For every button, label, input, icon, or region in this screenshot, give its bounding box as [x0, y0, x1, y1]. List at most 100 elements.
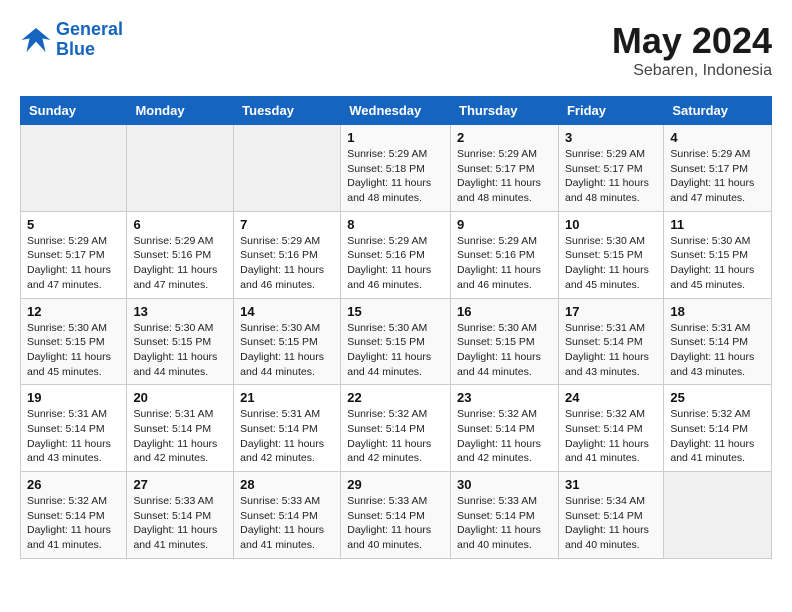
calendar-cell [664, 472, 772, 559]
day-number: 6 [133, 217, 227, 232]
day-info: Sunrise: 5:29 AM Sunset: 5:17 PM Dayligh… [457, 147, 552, 206]
logo-bird-icon [20, 24, 52, 56]
weekday-header-tuesday: Tuesday [234, 97, 341, 125]
calendar-cell: 7 Sunrise: 5:29 AM Sunset: 5:16 PM Daylig… [234, 211, 341, 298]
day-number: 1 [347, 130, 444, 145]
calendar-cell: 26 Sunrise: 5:32 AM Sunset: 5:14 PM Dayli… [21, 472, 127, 559]
calendar-header: SundayMondayTuesdayWednesdayThursdayFrid… [21, 97, 772, 125]
calendar-cell: 30 Sunrise: 5:33 AM Sunset: 5:14 PM Dayli… [451, 472, 559, 559]
calendar-cell: 22 Sunrise: 5:32 AM Sunset: 5:14 PM Dayli… [341, 385, 451, 472]
calendar-week-5: 26 Sunrise: 5:32 AM Sunset: 5:14 PM Dayli… [21, 472, 772, 559]
calendar-cell: 2 Sunrise: 5:29 AM Sunset: 5:17 PM Daylig… [451, 125, 559, 212]
weekday-header-monday: Monday [127, 97, 234, 125]
day-number: 20 [133, 390, 227, 405]
calendar-cell: 16Sunrise: 5:30 AM Sunset: 5:15 PM Dayli… [451, 298, 559, 385]
calendar-cell: 19 Sunrise: 5:31 AM Sunset: 5:14 PM Dayli… [21, 385, 127, 472]
day-info: Sunrise: 5:30 AM Sunset: 5:15 PM Dayligh… [347, 321, 444, 380]
day-number: 3 [565, 130, 657, 145]
day-number: 22 [347, 390, 444, 405]
calendar-cell: 21 Sunrise: 5:31 AM Sunset: 5:14 PM Dayli… [234, 385, 341, 472]
day-info: Sunrise: 5:29 AM Sunset: 5:16 PM Dayligh… [133, 234, 227, 293]
day-info: Sunrise: 5:32 AM Sunset: 5:14 PM Dayligh… [27, 494, 120, 553]
calendar-cell: 14 Sunrise: 5:30 AM Sunset: 5:15 PM Dayli… [234, 298, 341, 385]
day-info: Sunrise: 5:29 AM Sunset: 5:17 PM Dayligh… [565, 147, 657, 206]
day-number: 8 [347, 217, 444, 232]
day-number: 23 [457, 390, 552, 405]
day-number: 26 [27, 477, 120, 492]
logo-text: General Blue [56, 20, 123, 60]
day-info: Sunrise: 5:31 AM Sunset: 5:14 PM Dayligh… [27, 407, 120, 466]
day-info: Sunrise: 5:32 AM Sunset: 5:14 PM Dayligh… [457, 407, 552, 466]
calendar-cell: 6 Sunrise: 5:29 AM Sunset: 5:16 PM Daylig… [127, 211, 234, 298]
calendar-cell: 15 Sunrise: 5:30 AM Sunset: 5:15 PM Dayli… [341, 298, 451, 385]
day-number: 2 [457, 130, 552, 145]
day-info: Sunrise: 5:32 AM Sunset: 5:14 PM Dayligh… [670, 407, 765, 466]
calendar-cell [21, 125, 127, 212]
day-info: Sunrise: 5:30 AM Sunset: 5:15 PM Dayligh… [457, 321, 552, 380]
calendar-cell: 31Sunrise: 5:34 AM Sunset: 5:14 PM Dayli… [558, 472, 663, 559]
day-number: 17 [565, 304, 657, 319]
day-info: Sunrise: 5:33 AM Sunset: 5:14 PM Dayligh… [457, 494, 552, 553]
day-number: 19 [27, 390, 120, 405]
calendar-cell: 27Sunrise: 5:33 AM Sunset: 5:14 PM Dayli… [127, 472, 234, 559]
day-number: 24 [565, 390, 657, 405]
day-number: 14 [240, 304, 334, 319]
calendar-cell: 10Sunrise: 5:30 AM Sunset: 5:15 PM Dayli… [558, 211, 663, 298]
calendar-cell: 4Sunrise: 5:29 AM Sunset: 5:17 PM Daylig… [664, 125, 772, 212]
calendar-cell: 18 Sunrise: 5:31 AM Sunset: 5:14 PM Dayli… [664, 298, 772, 385]
calendar-cell: 17 Sunrise: 5:31 AM Sunset: 5:14 PM Dayli… [558, 298, 663, 385]
day-number: 21 [240, 390, 334, 405]
weekday-header-row: SundayMondayTuesdayWednesdayThursdayFrid… [21, 97, 772, 125]
day-number: 13 [133, 304, 227, 319]
calendar-cell: 12Sunrise: 5:30 AM Sunset: 5:15 PM Dayli… [21, 298, 127, 385]
logo: General Blue [20, 20, 123, 60]
day-info: Sunrise: 5:31 AM Sunset: 5:14 PM Dayligh… [240, 407, 334, 466]
day-info: Sunrise: 5:29 AM Sunset: 5:17 PM Dayligh… [27, 234, 120, 293]
day-info: Sunrise: 5:33 AM Sunset: 5:14 PM Dayligh… [347, 494, 444, 553]
day-info: Sunrise: 5:29 AM Sunset: 5:16 PM Dayligh… [240, 234, 334, 293]
calendar-cell: 25 Sunrise: 5:32 AM Sunset: 5:14 PM Dayli… [664, 385, 772, 472]
day-info: Sunrise: 5:30 AM Sunset: 5:15 PM Dayligh… [240, 321, 334, 380]
day-number: 15 [347, 304, 444, 319]
day-info: Sunrise: 5:30 AM Sunset: 5:15 PM Dayligh… [670, 234, 765, 293]
day-number: 30 [457, 477, 552, 492]
calendar-cell: 13 Sunrise: 5:30 AM Sunset: 5:15 PM Dayli… [127, 298, 234, 385]
weekday-header-friday: Friday [558, 97, 663, 125]
calendar-week-4: 19 Sunrise: 5:31 AM Sunset: 5:14 PM Dayli… [21, 385, 772, 472]
day-number: 27 [133, 477, 227, 492]
title-block: May 2024 Sebaren, Indonesia [612, 20, 772, 80]
day-info: Sunrise: 5:30 AM Sunset: 5:15 PM Dayligh… [565, 234, 657, 293]
day-number: 11 [670, 217, 765, 232]
calendar-cell: 9Sunrise: 5:29 AM Sunset: 5:16 PM Daylig… [451, 211, 559, 298]
calendar-week-2: 5 Sunrise: 5:29 AM Sunset: 5:17 PM Daylig… [21, 211, 772, 298]
day-number: 28 [240, 477, 334, 492]
calendar-cell [234, 125, 341, 212]
day-number: 7 [240, 217, 334, 232]
location: Sebaren, Indonesia [612, 62, 772, 80]
calendar-cell: 29 Sunrise: 5:33 AM Sunset: 5:14 PM Dayli… [341, 472, 451, 559]
calendar-week-1: 1Sunrise: 5:29 AM Sunset: 5:18 PM Daylig… [21, 125, 772, 212]
weekday-header-sunday: Sunday [21, 97, 127, 125]
day-info: Sunrise: 5:31 AM Sunset: 5:14 PM Dayligh… [133, 407, 227, 466]
day-info: Sunrise: 5:29 AM Sunset: 5:16 PM Dayligh… [457, 234, 552, 293]
day-info: Sunrise: 5:30 AM Sunset: 5:15 PM Dayligh… [133, 321, 227, 380]
day-info: Sunrise: 5:31 AM Sunset: 5:14 PM Dayligh… [565, 321, 657, 380]
weekday-header-saturday: Saturday [664, 97, 772, 125]
calendar-cell: 3 Sunrise: 5:29 AM Sunset: 5:17 PM Daylig… [558, 125, 663, 212]
calendar-cell: 23 Sunrise: 5:32 AM Sunset: 5:14 PM Dayli… [451, 385, 559, 472]
page-header: General Blue May 2024 Sebaren, Indonesia [20, 20, 772, 80]
day-info: Sunrise: 5:31 AM Sunset: 5:14 PM Dayligh… [670, 321, 765, 380]
calendar-cell: 8 Sunrise: 5:29 AM Sunset: 5:16 PM Daylig… [341, 211, 451, 298]
day-info: Sunrise: 5:30 AM Sunset: 5:15 PM Dayligh… [27, 321, 120, 380]
calendar-cell: 28 Sunrise: 5:33 AM Sunset: 5:14 PM Dayli… [234, 472, 341, 559]
day-info: Sunrise: 5:32 AM Sunset: 5:14 PM Dayligh… [347, 407, 444, 466]
day-info: Sunrise: 5:33 AM Sunset: 5:14 PM Dayligh… [240, 494, 334, 553]
day-number: 5 [27, 217, 120, 232]
day-number: 18 [670, 304, 765, 319]
day-number: 29 [347, 477, 444, 492]
day-info: Sunrise: 5:29 AM Sunset: 5:16 PM Dayligh… [347, 234, 444, 293]
month-title: May 2024 [612, 20, 772, 62]
day-number: 25 [670, 390, 765, 405]
calendar-cell [127, 125, 234, 212]
weekday-header-thursday: Thursday [451, 97, 559, 125]
